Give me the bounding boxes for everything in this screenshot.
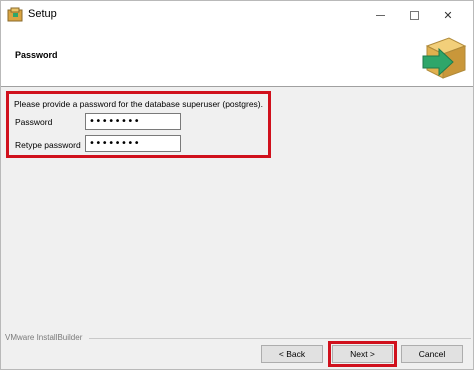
page-header: Password	[1, 29, 473, 87]
password-prompt: Please provide a password for the databa…	[14, 99, 263, 109]
brand-label: VMware InstallBuilder	[5, 333, 83, 342]
window-title: Setup	[28, 8, 57, 20]
cancel-button[interactable]: Cancel	[401, 345, 463, 363]
minimize-button[interactable]	[363, 1, 397, 29]
password-field[interactable]: ••••••••	[85, 113, 181, 130]
maximize-icon	[409, 10, 419, 20]
next-button[interactable]: Next >	[332, 345, 393, 363]
retype-password-label: Retype password	[15, 140, 81, 150]
page-title: Password	[15, 50, 58, 60]
maximize-button[interactable]	[397, 1, 431, 29]
title-bar: Setup ✕	[1, 1, 473, 29]
package-arrow-icon	[422, 37, 467, 79]
footer-divider	[89, 338, 471, 339]
password-label: Password	[15, 117, 53, 127]
setup-app-icon	[7, 7, 23, 22]
close-icon: ✕	[443, 9, 453, 22]
back-button[interactable]: < Back	[261, 345, 323, 363]
close-button[interactable]: ✕	[431, 1, 465, 29]
setup-window: Setup ✕ Password Please provide a passwo…	[0, 0, 474, 370]
minimize-icon	[375, 14, 385, 16]
retype-password-field[interactable]: ••••••••	[85, 135, 181, 152]
